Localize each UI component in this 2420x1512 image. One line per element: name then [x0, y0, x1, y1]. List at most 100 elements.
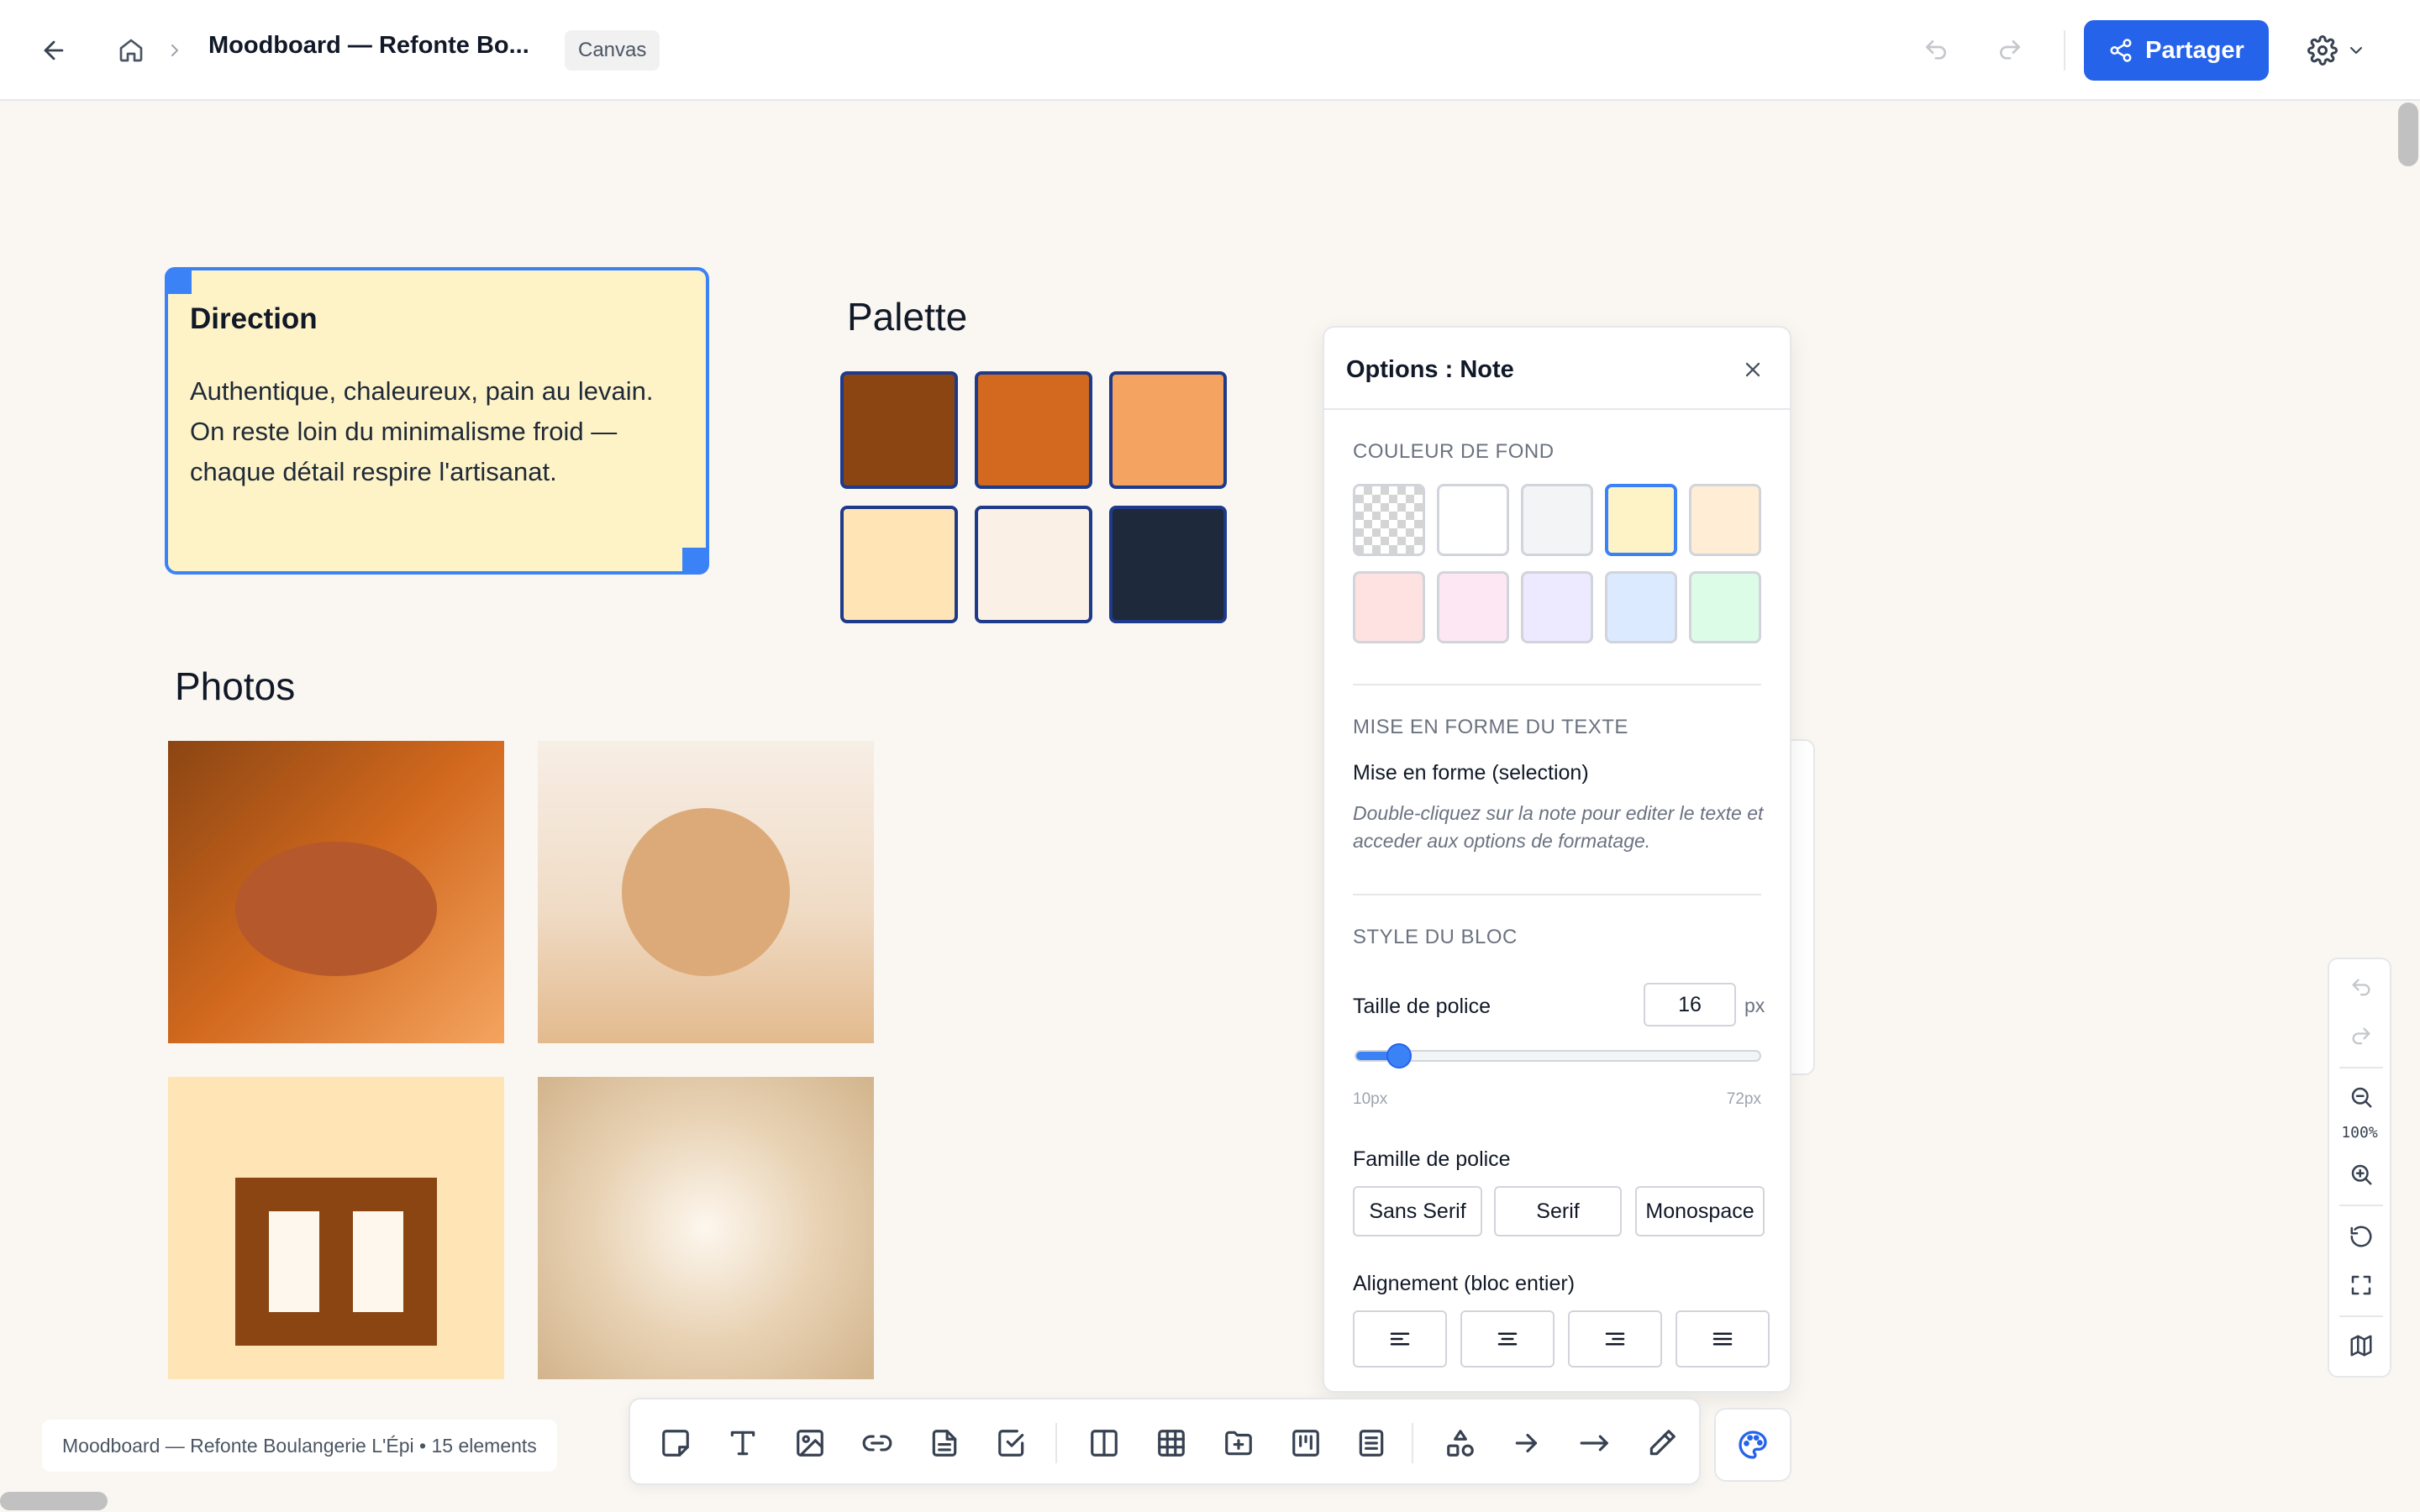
zoom-divider: [2339, 1205, 2383, 1206]
canvas-undo-button[interactable]: [2344, 971, 2378, 1005]
font-family-serif-button[interactable]: Serif: [1494, 1186, 1622, 1236]
align-left-icon: [1390, 1332, 1410, 1346]
tool-table-button[interactable]: [1151, 1423, 1192, 1463]
align-left-button[interactable]: [1353, 1310, 1447, 1368]
photos-title: Photos: [175, 664, 296, 708]
font-size-label: Taille de police: [1353, 995, 1491, 1018]
palette-title: Palette: [847, 295, 968, 339]
bg-color-option[interactable]: [1437, 484, 1509, 556]
tool-arrow-button[interactable]: [1575, 1423, 1615, 1463]
align-justify-button[interactable]: [1676, 1310, 1770, 1368]
reset-view-button[interactable]: [2344, 1220, 2378, 1253]
zoom-out-button[interactable]: [2344, 1080, 2378, 1114]
minimap-button[interactable]: [2344, 1329, 2378, 1362]
bg-color-option[interactable]: [1521, 571, 1593, 643]
zoom-in-button[interactable]: [2344, 1158, 2378, 1191]
palette-swatch[interactable]: [975, 371, 1092, 489]
settings-button[interactable]: [2299, 32, 2375, 69]
shapes-icon: [1447, 1430, 1474, 1457]
undo-button[interactable]: [1919, 34, 1953, 67]
photo-flour-texture[interactable]: [538, 1077, 874, 1379]
map-icon: [2350, 1335, 2372, 1357]
text-icon: [730, 1431, 755, 1456]
arrow-right-icon: [1580, 1435, 1608, 1452]
tool-image-button[interactable]: [790, 1423, 830, 1463]
bg-color-option[interactable]: [1605, 571, 1677, 643]
resize-handle-bottom-right[interactable]: [682, 548, 709, 575]
palette-swatch[interactable]: [840, 506, 958, 623]
note-title: Direction: [190, 302, 318, 335]
tool-link-button[interactable]: [857, 1423, 897, 1463]
top-bar: Moodboard — Refonte Bo... Canvas Partage…: [0, 0, 2420, 101]
align-right-icon: [1605, 1332, 1625, 1346]
bg-color-option[interactable]: [1689, 484, 1761, 556]
palette-swatch[interactable]: [1109, 506, 1227, 623]
bg-color-option[interactable]: [1353, 571, 1425, 643]
bg-color-option[interactable]: [1353, 484, 1425, 556]
bg-color-section-title: COULEUR DE FOND: [1353, 440, 1555, 463]
tool-pen-button[interactable]: [1642, 1423, 1682, 1463]
bg-color-option[interactable]: [1521, 484, 1593, 556]
font-family-mono-button[interactable]: Monospace: [1635, 1186, 1765, 1236]
bg-color-option[interactable]: [1605, 484, 1677, 556]
palette-swatch[interactable]: [840, 371, 958, 489]
close-button[interactable]: [1736, 353, 1770, 386]
window-pane-left: [269, 1211, 319, 1312]
arrow-left-icon: [44, 40, 64, 60]
gear-icon: [2307, 35, 2338, 66]
zoom-in-icon: [2351, 1164, 2372, 1185]
window-frame: [235, 1178, 437, 1346]
font-family-sans-button[interactable]: Sans Serif: [1353, 1186, 1482, 1236]
note-card[interactable]: Direction Authentique, chaleureux, pain …: [165, 267, 709, 575]
header-divider: [2064, 30, 2065, 71]
photo-storefront[interactable]: [168, 1077, 504, 1379]
tool-folder-button[interactable]: [1218, 1423, 1259, 1463]
note-body: Authentique, chaleureux, pain au levain.…: [190, 376, 654, 486]
palette-swatch[interactable]: [1109, 371, 1227, 489]
text-format-hint: Double-cliquez sur la note pour editer l…: [1353, 802, 1764, 852]
zoom-divider: [2339, 1315, 2383, 1317]
options-panel-header: Options : Note: [1324, 328, 1790, 410]
back-button[interactable]: [37, 34, 71, 67]
vertical-scrollbar[interactable]: [2398, 102, 2418, 166]
tool-columns-button[interactable]: [1084, 1423, 1124, 1463]
tool-connector-button[interactable]: [1507, 1423, 1548, 1463]
font-size-slider[interactable]: [1355, 1050, 1761, 1062]
section-divider: [1353, 684, 1761, 685]
tool-list-button[interactable]: [1351, 1423, 1392, 1463]
share-button[interactable]: Partager: [2084, 20, 2269, 81]
chevron-right-icon: [171, 45, 178, 56]
kanban-icon: [1292, 1430, 1319, 1457]
page-title[interactable]: Moodboard — Refonte Bo...: [208, 32, 529, 60]
theme-palette-button[interactable]: [1714, 1408, 1791, 1482]
redo-button[interactable]: [1993, 34, 2027, 67]
align-center-button[interactable]: [1460, 1310, 1555, 1368]
palette-swatch[interactable]: [975, 506, 1092, 623]
horizontal-scrollbar[interactable]: [0, 1492, 108, 1510]
canvas-redo-button[interactable]: [2344, 1020, 2378, 1053]
tool-text-button[interactable]: [723, 1423, 763, 1463]
zoom-divider: [2339, 1067, 2383, 1068]
tool-shapes-button[interactable]: [1440, 1423, 1481, 1463]
file-text-icon: [932, 1430, 957, 1457]
maximize-icon: [2351, 1275, 2371, 1295]
pencil-icon: [1649, 1430, 1676, 1456]
bg-color-option[interactable]: [1437, 571, 1509, 643]
tool-document-button[interactable]: [924, 1423, 965, 1463]
options-panel: Options : Note COULEUR DE FOND MISE EN F…: [1323, 326, 1791, 1393]
text-format-label: Mise en forme (selection): [1353, 761, 1589, 785]
tool-note-button[interactable]: [655, 1423, 696, 1463]
photo-bread-loaf[interactable]: [168, 741, 504, 1043]
tool-checklist-button[interactable]: [992, 1423, 1032, 1463]
breadcrumb-separator: [163, 37, 187, 64]
font-size-input[interactable]: 16: [1644, 983, 1736, 1026]
home-button[interactable]: [114, 34, 148, 67]
fit-to-screen-button[interactable]: [2344, 1268, 2378, 1302]
photo-round-bread[interactable]: [538, 741, 874, 1043]
tool-board-button[interactable]: [1286, 1423, 1326, 1463]
font-size-slider-thumb[interactable]: [1386, 1043, 1413, 1068]
bg-color-option[interactable]: [1689, 571, 1761, 643]
align-right-button[interactable]: [1568, 1310, 1662, 1368]
chevron-down-icon: [2350, 47, 2362, 54]
resize-handle-top-left[interactable]: [165, 267, 192, 294]
